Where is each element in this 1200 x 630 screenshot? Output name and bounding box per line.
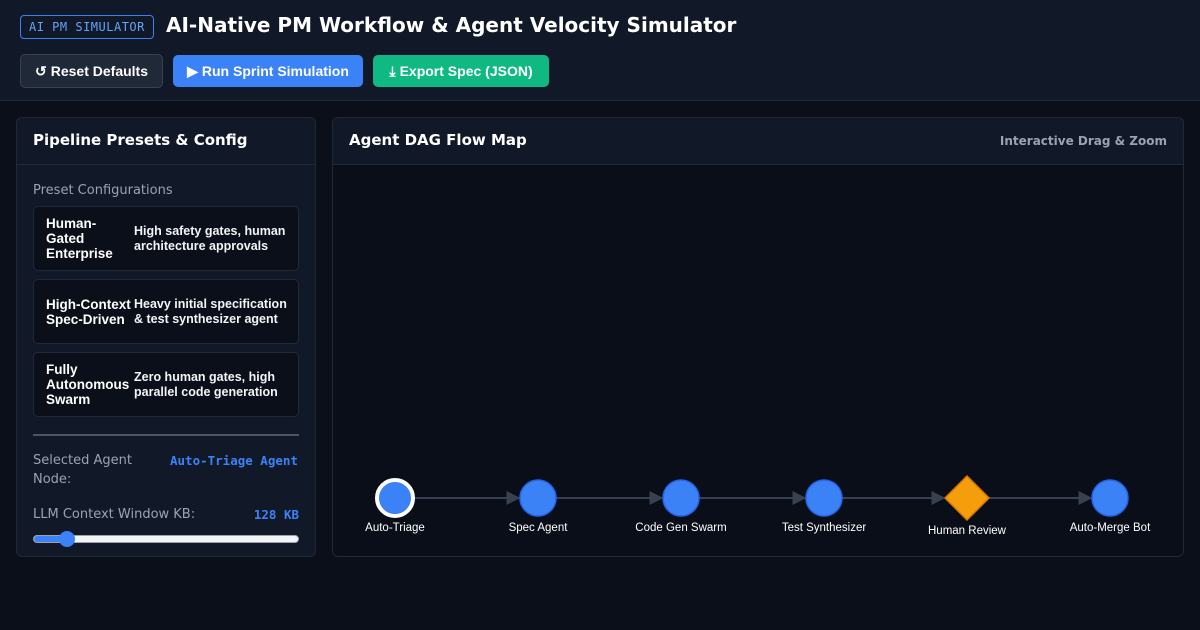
dag-panel-title: Agent DAG Flow Map [349, 131, 527, 149]
download-icon: ⤓ [389, 62, 396, 79]
run-sprint-simulation-button[interactable]: ▶ Run Sprint Simulation [173, 55, 363, 87]
dag-panel-hint: Interactive Drag & Zoom [999, 134, 1167, 148]
app-title: AI-Native PM Workflow & Agent Velocity S… [166, 13, 737, 37]
reset-defaults-button[interactable]: ↺ Reset Defaults [20, 54, 163, 88]
human-gate-diamond [943, 474, 991, 522]
context-window-label: LLM Context Window KB: [33, 507, 196, 522]
selected-agent-label: Selected Agent Node: [33, 453, 132, 487]
slider-thumb[interactable] [59, 531, 76, 547]
reset-defaults-label: Reset Defaults [50, 63, 148, 79]
context-window-value: 128 KB [253, 507, 299, 522]
dag-node-label: Human Review [928, 525, 1007, 537]
dag-node-label: Test Synthesizer [782, 522, 867, 534]
preset-section-label: Preset Configurations [33, 183, 173, 198]
preset-description: Zero human gates, high parallel code gen… [134, 369, 278, 399]
preset-card-autonomous-swarm[interactable]: Fully Autonomous Swarm Zero human gates,… [33, 352, 299, 417]
dag-node-test-synthesizer[interactable]: Test Synthesizer [782, 479, 867, 534]
agent-dag-canvas[interactable]: Auto-Triage Spec Agent Code Gen Swarm Test … [333, 165, 1184, 557]
preset-card-human-gated[interactable]: Human-Gated Enterprise High safety gates… [33, 206, 299, 271]
divider [33, 434, 299, 436]
top-bar: AI PM SIMULATOR AI-Native PM Workflow & … [0, 0, 1200, 101]
dag-node-code-gen-swarm[interactable]: Code Gen Swarm [635, 479, 727, 534]
dag-node-label: Spec Agent [509, 522, 569, 534]
agent-node-circle [519, 479, 557, 517]
dag-node-label: Code Gen Swarm [635, 522, 726, 534]
dag-node-label: Auto-Triage [365, 522, 425, 534]
agent-node-circle [1091, 479, 1129, 517]
preset-description: High safety gates, human architecture ap… [134, 223, 286, 253]
export-spec-label: Export Spec (JSON) [399, 63, 533, 79]
dag-node-auto-triage[interactable]: Auto-Triage [365, 478, 425, 534]
context-window-slider[interactable] [33, 531, 299, 547]
preset-name: High-Context Spec-Driven [46, 296, 131, 327]
dag-node-label: Auto-Merge Bot [1070, 522, 1151, 534]
reset-icon: ↺ [35, 62, 47, 79]
dag-panel: Agent DAG Flow Map Interactive Drag & Zo… [332, 117, 1184, 557]
run-sprint-simulation-label: Run Sprint Simulation [201, 63, 349, 79]
export-spec-button[interactable]: ⤓ Export Spec (JSON) [373, 55, 549, 87]
play-icon: ▶ [187, 62, 198, 79]
agent-node-circle [805, 479, 843, 517]
preset-description: Heavy initial specification & test synth… [134, 296, 287, 326]
preset-name: Human-Gated Enterprise [46, 216, 113, 261]
agent-node-circle [662, 479, 700, 517]
dag-node-auto-merge-bot[interactable]: Auto-Merge Bot [1070, 479, 1151, 534]
config-panel-title: Pipeline Presets & Config [33, 131, 248, 149]
selected-agent-value: Auto-Triage Agent [170, 453, 298, 468]
config-panel: Pipeline Presets & Config Preset Configu… [16, 117, 316, 557]
preset-name: Fully Autonomous Swarm [46, 362, 130, 407]
dag-node-spec-agent[interactable]: Spec Agent [509, 479, 569, 534]
agent-node-circle [375, 478, 415, 518]
preset-card-spec-driven[interactable]: High-Context Spec-Driven Heavy initial s… [33, 279, 299, 344]
app-badge: AI PM SIMULATOR [20, 15, 154, 39]
dag-panel-header: Agent DAG Flow Map Interactive Drag & Zo… [333, 118, 1183, 165]
dag-node-human-review[interactable]: Human Review [928, 474, 1007, 537]
config-panel-header: Pipeline Presets & Config [17, 118, 315, 165]
